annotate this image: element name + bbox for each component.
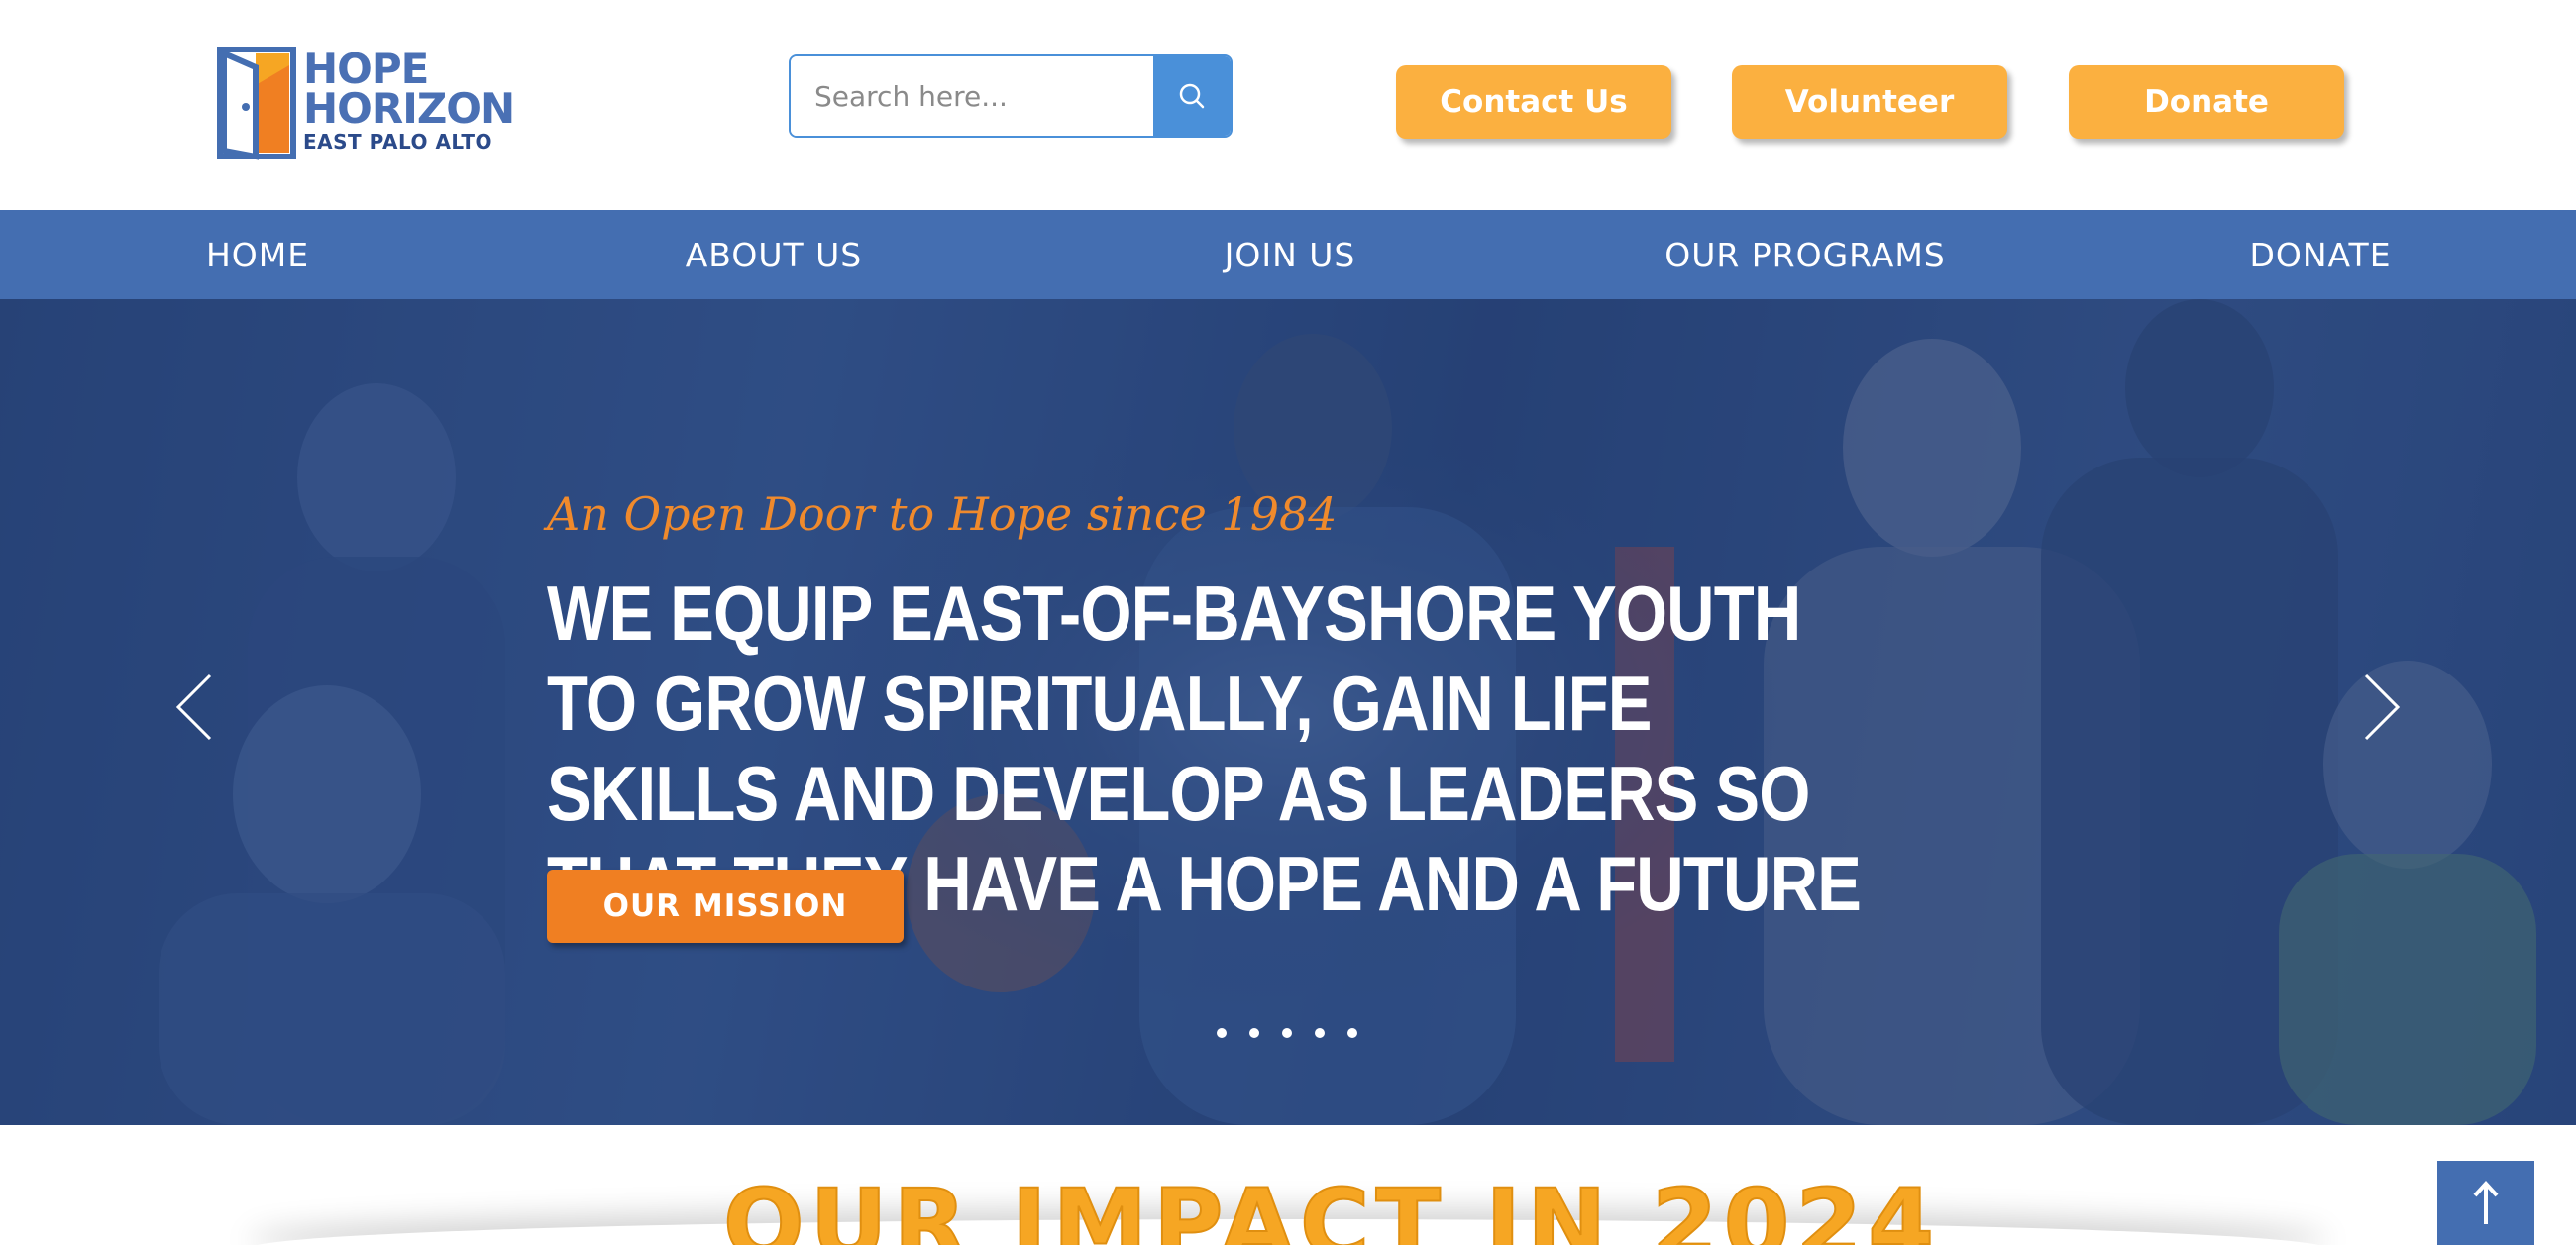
search-button[interactable] — [1153, 56, 1231, 136]
donate-header-button[interactable]: Donate — [2069, 65, 2344, 139]
slider-dot-2[interactable] — [1249, 1028, 1259, 1038]
search-input[interactable] — [791, 56, 1155, 136]
main-nav: HOME ABOUT US JOIN US OUR PROGRAMS DONAT… — [0, 210, 2576, 299]
chevron-left-icon — [175, 674, 212, 741]
slider-dots — [1217, 1028, 1357, 1038]
slider-dot-3[interactable] — [1282, 1028, 1292, 1038]
nav-join-us[interactable]: JOIN US — [1141, 210, 1439, 299]
chevron-right-icon — [2364, 674, 2401, 741]
slider-prev-button[interactable] — [164, 668, 224, 747]
nav-donate[interactable]: DONATE — [2172, 210, 2469, 299]
impact-title: OUR IMPACT IN 2024 — [722, 1169, 1941, 1245]
logo-location: EAST PALO ALTO — [303, 130, 493, 154]
site-header: HOPE HORIZON EAST PALO ALTO Contact Us V… — [0, 0, 2576, 210]
search-icon — [1179, 83, 1205, 109]
nav-our-programs[interactable]: OUR PROGRAMS — [1607, 210, 2003, 299]
volunteer-button[interactable]: Volunteer — [1732, 65, 2007, 139]
hero-slider: An Open Door to Hope since 1984 WE EQUIP… — [0, 299, 2576, 1125]
slider-next-button[interactable] — [2352, 668, 2412, 747]
logo-hope: HOPE — [303, 45, 429, 93]
logo-horizon: HORIZON — [303, 84, 515, 133]
nav-home[interactable]: HOME — [159, 210, 357, 299]
impact-section: OUR IMPACT IN 2024 — [0, 1125, 2576, 1245]
our-mission-button[interactable]: OUR MISSION — [547, 870, 904, 943]
slider-dot-4[interactable] — [1315, 1028, 1325, 1038]
door-icon — [217, 47, 296, 160]
back-to-top-button[interactable] — [2437, 1161, 2534, 1245]
logo-text: HOPE HORIZON EAST PALO ALTO — [303, 45, 515, 155]
arrow-up-icon — [2473, 1180, 2499, 1224]
search-bar — [789, 54, 1233, 138]
contact-us-button[interactable]: Contact Us — [1396, 65, 1671, 139]
hero-tagline: An Open Door to Hope since 1984 — [547, 487, 1338, 541]
slider-dot-1[interactable] — [1217, 1028, 1227, 1038]
site-logo[interactable]: HOPE HORIZON EAST PALO ALTO — [216, 44, 515, 160]
nav-about-us[interactable]: ABOUT US — [625, 210, 922, 299]
slider-dot-5[interactable] — [1347, 1028, 1357, 1038]
